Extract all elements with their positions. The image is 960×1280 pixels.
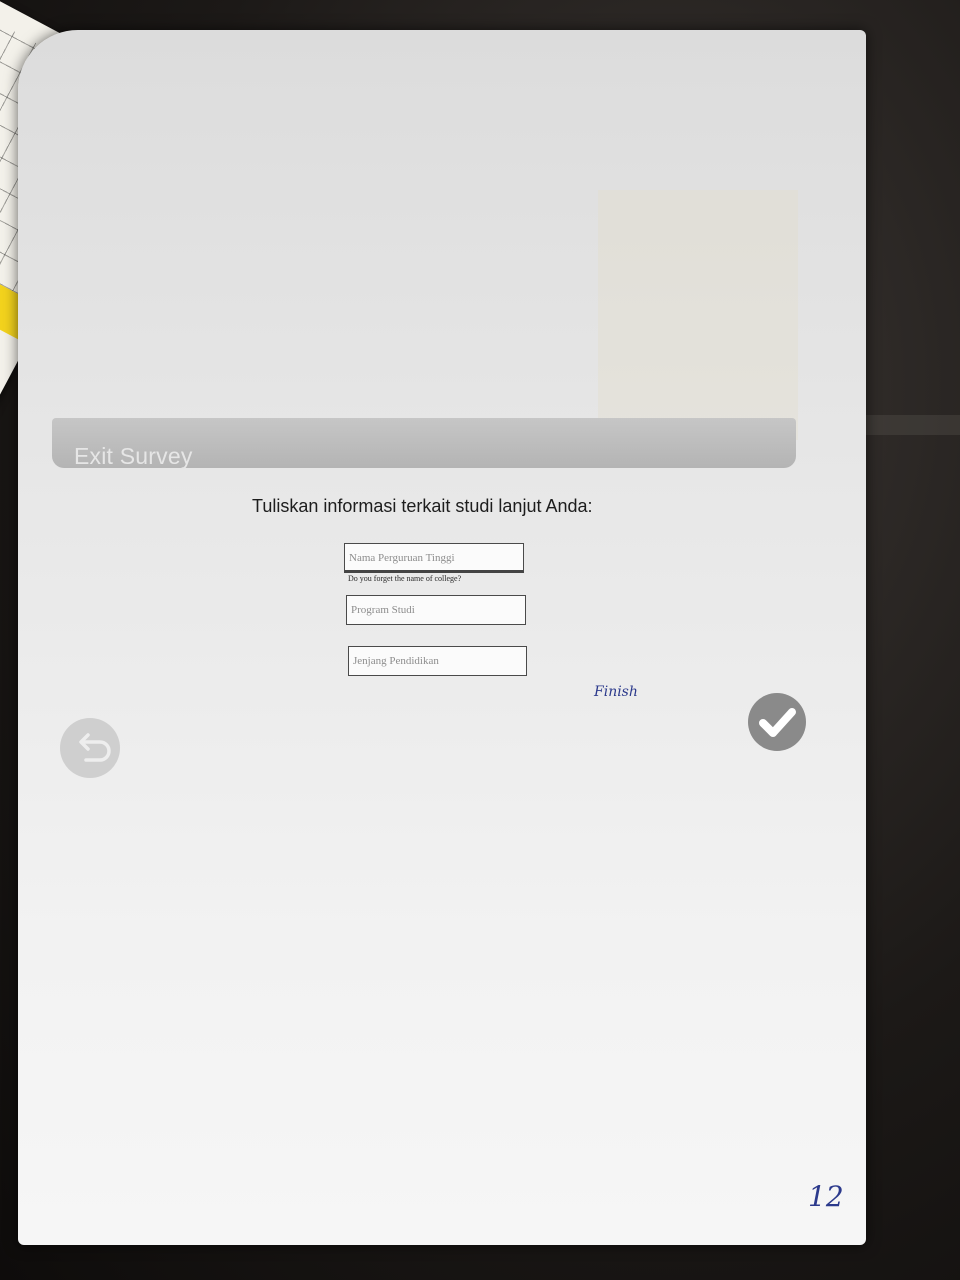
handwritten-page-number: 12 (808, 1180, 844, 1213)
forgot-college-link[interactable]: Do you forget the name of college? (348, 574, 461, 583)
college-name-input[interactable]: Nama Perguruan Tinggi (344, 543, 524, 573)
back-arrow-icon (79, 733, 111, 762)
study-program-input[interactable]: Program Studi (346, 595, 526, 625)
finish-button[interactable] (748, 693, 806, 751)
back-button[interactable] (60, 718, 120, 778)
checkmark-icon (759, 708, 796, 737)
show-through-print (598, 190, 798, 440)
question-heading: Tuliskan informasi terkait studi lanjut … (252, 496, 593, 516)
printed-page (18, 30, 866, 1245)
survey-banner: Exit Survey (52, 418, 796, 469)
banner-title: Exit Survey (74, 443, 193, 469)
education-level-input[interactable]: Jenjang Pendidikan (348, 646, 527, 676)
handwritten-finish-note: Finish (594, 684, 638, 700)
